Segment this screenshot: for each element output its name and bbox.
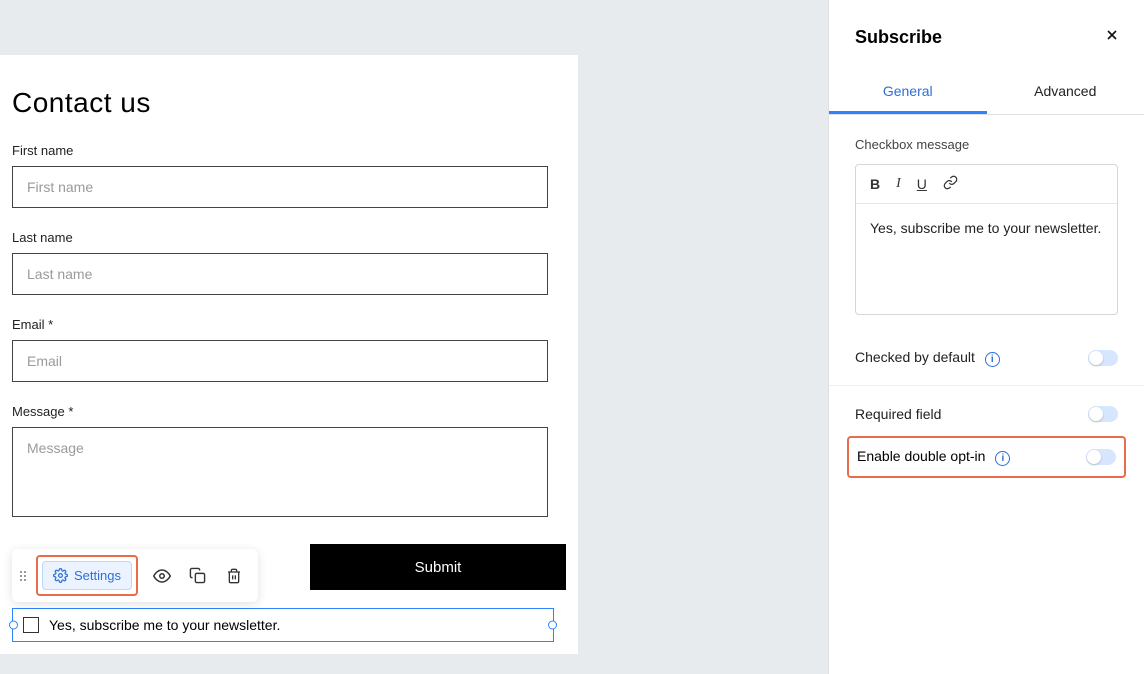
checked-by-default-label: Checked by default (855, 349, 975, 365)
toggle-required-field[interactable] (1088, 406, 1118, 422)
contact-form-card: Contact us First name Last name Email * … (0, 55, 578, 654)
gear-icon (53, 568, 68, 583)
field-last-name: Last name (12, 230, 566, 295)
link-icon (943, 175, 958, 190)
label-last-name: Last name (12, 230, 566, 245)
label-first-name: First name (12, 143, 566, 158)
delete-button[interactable] (216, 558, 252, 594)
close-icon (1104, 27, 1120, 43)
rte-editor: B I U Yes, subscribe me to your newslett… (855, 164, 1118, 315)
settings-button[interactable]: Settings (42, 561, 132, 590)
field-first-name: First name (12, 143, 566, 208)
drag-handle-icon[interactable] (18, 571, 30, 581)
required-field-label: Required field (855, 406, 941, 422)
info-icon[interactable]: i (995, 451, 1010, 466)
rte-content[interactable]: Yes, subscribe me to your newsletter. (856, 204, 1117, 314)
settings-panel: Subscribe General Advanced Checkbox mess… (828, 0, 1144, 674)
bold-button[interactable]: B (870, 176, 880, 192)
row-required-field: Required field (855, 392, 1118, 436)
toggle-checked-by-default[interactable] (1088, 350, 1118, 366)
settings-label: Settings (74, 568, 121, 583)
trash-icon (226, 568, 242, 584)
subscribe-checkbox-row[interactable]: Yes, subscribe me to your newsletter. (12, 608, 554, 642)
checkbox-message-label: Checkbox message (855, 137, 1118, 152)
submit-button[interactable]: Submit (310, 544, 566, 590)
settings-highlight: Settings (36, 555, 138, 596)
preview-button[interactable] (144, 558, 180, 594)
close-button[interactable] (1100, 22, 1124, 53)
link-button[interactable] (943, 175, 958, 193)
rte-toolbar: B I U (856, 165, 1117, 204)
label-email: Email * (12, 317, 566, 332)
label-message: Message * (12, 404, 566, 419)
tab-general[interactable]: General (829, 71, 987, 114)
italic-button[interactable]: I (896, 176, 901, 192)
input-first-name[interactable] (12, 166, 548, 208)
panel-tabs: General Advanced (829, 71, 1144, 115)
input-email[interactable] (12, 340, 548, 382)
checkbox-label: Yes, subscribe me to your newsletter. (49, 617, 280, 633)
element-toolbar: Settings (12, 549, 258, 602)
tab-advanced[interactable]: Advanced (987, 71, 1144, 114)
divider (829, 385, 1144, 386)
duplicate-button[interactable] (180, 558, 216, 594)
copy-icon (189, 567, 206, 584)
panel-title: Subscribe (855, 27, 942, 48)
checkbox-icon[interactable] (23, 617, 39, 633)
toggle-enable-double-optin[interactable] (1086, 449, 1116, 465)
info-icon[interactable]: i (985, 352, 1000, 367)
form-title: Contact us (12, 87, 566, 119)
input-last-name[interactable] (12, 253, 548, 295)
eye-icon (153, 567, 171, 585)
row-checked-by-default: Checked by default i (855, 335, 1118, 381)
field-email: Email * (12, 317, 566, 382)
underline-button[interactable]: U (917, 176, 927, 192)
field-message: Message * (12, 404, 566, 522)
enable-double-optin-label: Enable double opt-in (857, 448, 985, 464)
row-enable-double-optin: Enable double opt-in i (847, 436, 1126, 478)
input-message[interactable] (12, 427, 548, 517)
